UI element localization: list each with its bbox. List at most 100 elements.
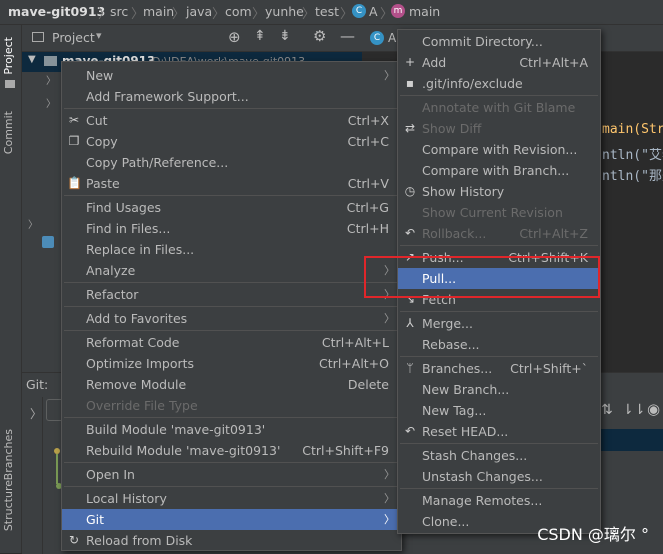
tab-structure[interactable]: Structure <box>2 480 15 531</box>
ctx-item-local-history[interactable]: Local History 〉 <box>62 488 401 509</box>
breadcrumb-yunhe[interactable]: yunhe <box>265 4 304 19</box>
locate-icon[interactable]: ⊕ <box>228 28 241 46</box>
ctx-item-reload-from-disk[interactable]: ↻ Reload from Disk <box>62 530 401 551</box>
reload-from-disk-icon: ↻ <box>68 533 80 547</box>
git-item-show-history[interactable]: ◷ Show History <box>398 181 600 202</box>
git-item-compare-with-branch[interactable]: Compare with Branch... <box>398 160 600 181</box>
git-item-new-branch[interactable]: New Branch... <box>398 379 600 400</box>
editor-tab-label[interactable]: A <box>388 31 396 45</box>
menu-item-label: Reformat Code <box>86 335 180 350</box>
code-line: ntln("艾老 <box>602 148 663 163</box>
menu-item-label: Replace in Files... <box>86 242 195 257</box>
ctx-item-copy-path-reference[interactable]: Copy Path/Reference... <box>62 152 401 173</box>
menu-separator <box>64 195 399 196</box>
breadcrumb-src[interactable]: src <box>110 4 128 19</box>
menu-item-label: Analyze <box>86 263 136 278</box>
menu-separator <box>64 306 399 307</box>
ctx-item-paste[interactable]: 📋 Paste Ctrl+V <box>62 173 401 194</box>
git-item-branches[interactable]: ᛘ Branches... Ctrl+Shift+` <box>398 358 600 379</box>
arrows-icon[interactable]: ⇂⇂ <box>622 402 645 418</box>
chevron-down-icon[interactable]: ▾ <box>96 29 102 42</box>
menu-item-label: Add Framework Support... <box>86 89 249 104</box>
tab-commit[interactable]: Commit <box>2 111 15 154</box>
git-item-commit-directory[interactable]: Commit Directory... <box>398 31 600 52</box>
menu-separator <box>64 486 399 487</box>
menu-separator <box>400 311 598 312</box>
minimize-icon[interactable]: — <box>340 27 355 45</box>
menu-item-label: Show Current Revision <box>422 205 563 220</box>
git-item-new-tag[interactable]: New Tag... <box>398 400 600 421</box>
menu-item-label: Show Diff <box>422 121 482 136</box>
eye-icon[interactable]: ◉ <box>647 400 660 418</box>
menu-item-shortcut: Ctrl+H <box>346 221 389 236</box>
ctx-item-optimize-imports[interactable]: Optimize Imports Ctrl+Alt+O <box>62 353 401 374</box>
reset-head-icon: ↶ <box>404 424 416 438</box>
git-item-stash-changes[interactable]: Stash Changes... <box>398 445 600 466</box>
show-diff-icon: ⇄ <box>404 121 416 135</box>
ctx-item-reformat-code[interactable]: Reformat Code Ctrl+Alt+L <box>62 332 401 353</box>
git-item-unstash-changes[interactable]: Unstash Changes... <box>398 466 600 487</box>
chevron-right-icon: 〉 <box>172 7 186 22</box>
chevron-right-icon[interactable]: 〉 <box>28 216 38 231</box>
git-item-add[interactable]: + Add Ctrl+Alt+A <box>398 52 600 73</box>
menu-item-label: Add <box>422 55 447 70</box>
breadcrumb-test[interactable]: test <box>315 4 339 19</box>
submenu-arrow-icon: 〉 <box>384 513 395 526</box>
ctx-item-cut[interactable]: ✂ Cut Ctrl+X <box>62 110 401 131</box>
menu-item-label: Refactor <box>86 287 139 302</box>
git-item-rebase[interactable]: Rebase... <box>398 334 600 355</box>
git-item-git-info-exclude[interactable]: ▪ .git/info/exclude <box>398 73 600 94</box>
ctx-item-find-in-files[interactable]: Find in Files... Ctrl+H <box>62 218 401 239</box>
menu-item-label: Remove Module <box>86 377 187 392</box>
menu-item-label: Compare with Branch... <box>422 163 570 178</box>
git-item-reset-head[interactable]: ↶ Reset HEAD... <box>398 421 600 442</box>
refresh-icon[interactable]: ⇅ <box>601 402 613 418</box>
breadcrumb-main[interactable]: main <box>143 4 174 19</box>
code-method: main(Str <box>602 122 663 137</box>
chevron-down-icon[interactable]: 〉 <box>46 95 56 110</box>
ctx-item-replace-in-files[interactable]: Replace in Files... <box>62 239 401 260</box>
chevron-down-icon[interactable]: ▼ <box>28 54 36 65</box>
scratch-icon <box>42 236 54 248</box>
breadcrumb-method[interactable]: main <box>409 4 440 19</box>
ctx-item-copy[interactable]: ❐ Copy Ctrl+C <box>62 131 401 152</box>
git-item-merge[interactable]: ⅄ Merge... <box>398 313 600 334</box>
breadcrumb-java[interactable]: java <box>186 4 212 19</box>
ctx-item-rebuild-module-mave-git0913[interactable]: Rebuild Module 'mave-git0913' Ctrl+Shift+… <box>62 440 401 461</box>
ctx-item-remove-module[interactable]: Remove Module Delete <box>62 374 401 395</box>
rollback-icon: ↶ <box>404 226 416 240</box>
context-menu: New 〉 Add Framework Support... ✂ Cut Ctrl+X ❐ C… <box>61 61 402 551</box>
breadcrumb-com[interactable]: com <box>225 4 252 19</box>
git-item-compare-with-revision[interactable]: Compare with Revision... <box>398 139 600 160</box>
ctx-item-git[interactable]: Git 〉 <box>62 509 401 530</box>
gear-icon[interactable]: ⚙ <box>313 27 326 45</box>
menu-item-shortcut: Ctrl+V <box>347 176 389 191</box>
ctx-item-analyze[interactable]: Analyze 〉 <box>62 260 401 281</box>
menu-item-label: New Tag... <box>422 403 487 418</box>
ctx-item-add-framework-support[interactable]: Add Framework Support... <box>62 86 401 107</box>
tab-branches[interactable]: Branches <box>2 429 15 480</box>
collapse-all-icon[interactable]: ⇞ <box>254 28 266 44</box>
chevron-right-icon[interactable]: 〉 <box>30 405 42 422</box>
menu-separator <box>64 462 399 463</box>
ctx-item-find-usages[interactable]: Find Usages Ctrl+G <box>62 197 401 218</box>
git-item-manage-remotes[interactable]: Manage Remotes... <box>398 490 600 511</box>
menu-item-label: Clone... <box>422 514 470 529</box>
ctx-item-build-module-mave-git0913[interactable]: Build Module 'mave-git0913' <box>62 419 401 440</box>
ctx-item-new[interactable]: New 〉 <box>62 65 401 86</box>
ctx-item-refactor[interactable]: Refactor 〉 <box>62 284 401 305</box>
project-panel-title[interactable]: Project <box>52 30 95 45</box>
ctx-item-open-in[interactable]: Open In 〉 <box>62 464 401 485</box>
git-item-show-current-revision: Show Current Revision <box>398 202 600 223</box>
menu-item-label: Annotate with Git Blame <box>422 100 576 115</box>
ctx-item-add-to-favorites[interactable]: Add to Favorites 〉 <box>62 308 401 329</box>
tab-project[interactable]: Project <box>2 37 15 75</box>
selected-commit-row[interactable] <box>600 429 663 451</box>
code-line: main(Str <box>602 122 663 137</box>
breadcrumb-class[interactable]: A <box>369 4 378 19</box>
breadcrumb-project[interactable]: mave-git0913 <box>8 4 105 19</box>
expand-all-icon[interactable]: ⇟ <box>279 28 291 44</box>
menu-separator <box>64 108 399 109</box>
chevron-right-icon[interactable]: 〉 <box>46 72 56 87</box>
menu-item-label: Find in Files... <box>86 221 171 236</box>
